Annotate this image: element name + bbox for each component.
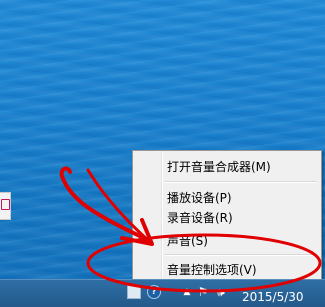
volume-icon[interactable]: 🕪	[213, 285, 229, 299]
menu-separator	[165, 254, 317, 256]
desktop-shortcut-icon[interactable]	[0, 192, 11, 220]
document-icon	[1, 199, 10, 210]
taskbar: ? ▲ ⚑ 🕪 2015/5/30	[0, 279, 325, 307]
menu-item-playback-devices[interactable]: 播放设备(P)	[135, 188, 319, 208]
show-hidden-icons-icon[interactable]: ▲	[181, 285, 193, 299]
menu-item-recording-devices[interactable]: 录音设备(R)	[135, 208, 319, 228]
screen: 打开音量合成器(M) 播放设备(P) 录音设备(R) 声音(S) 音量控制选项(…	[0, 0, 325, 307]
volume-context-menu: 打开音量合成器(M) 播放设备(P) 录音设备(R) 声音(S) 音量控制选项(…	[132, 150, 322, 281]
action-center-flag-icon[interactable]: ⚑	[197, 285, 209, 299]
menu-item-volume-control-options[interactable]: 音量控制选项(V)	[135, 260, 319, 280]
help-icon[interactable]: ?	[147, 285, 161, 299]
network-icon[interactable]	[127, 285, 141, 299]
menu-item-open-volume-mixer[interactable]: 打开音量合成器(M)	[135, 157, 319, 177]
tray-clock[interactable]: 2015/5/30	[242, 289, 324, 305]
menu-item-sounds[interactable]: 声音(S)	[135, 231, 319, 251]
menu-separator	[165, 181, 317, 183]
